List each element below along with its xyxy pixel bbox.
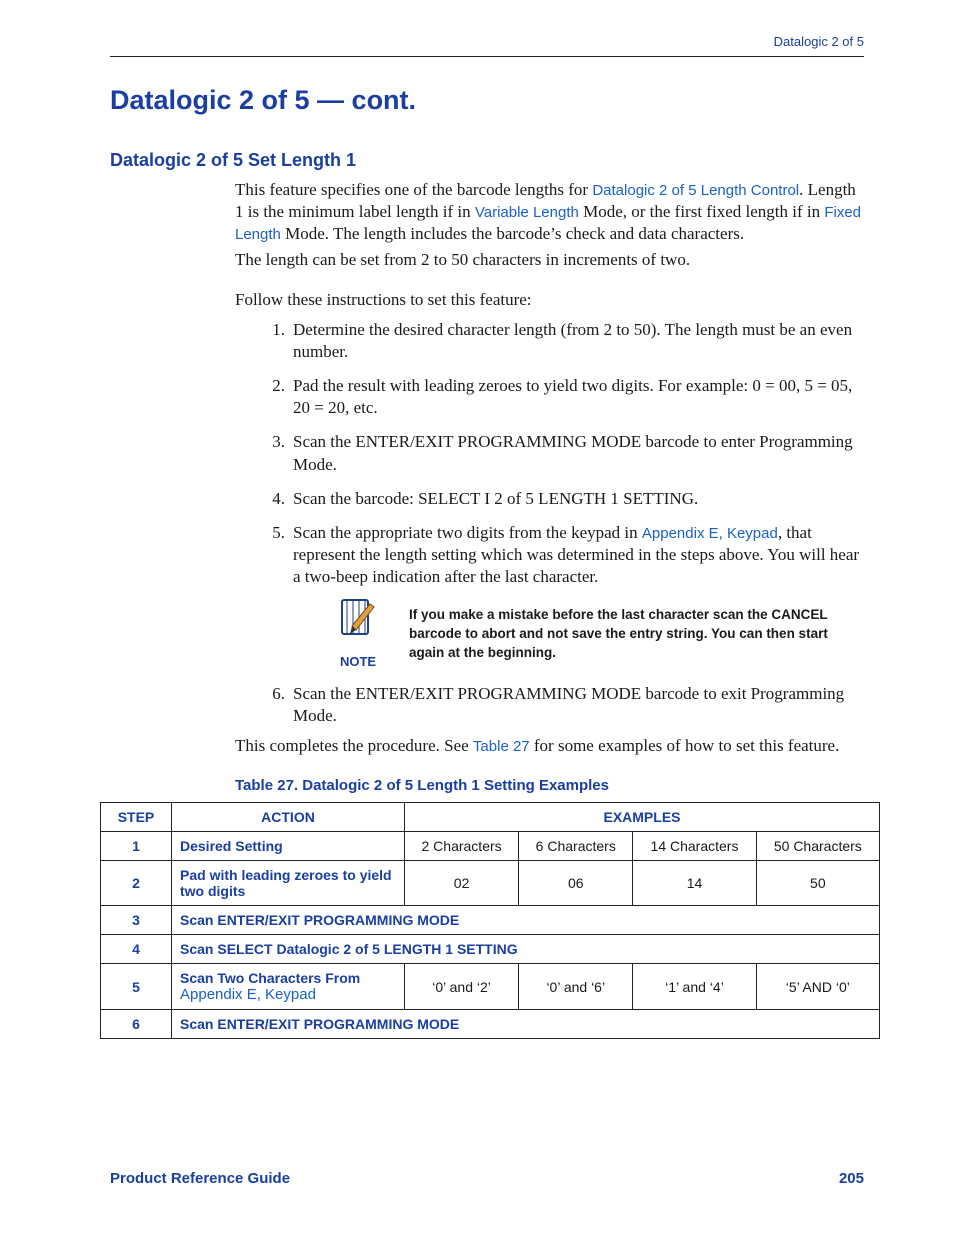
cell-action: Scan Two Characters From Appendix E, Key… (172, 964, 405, 1010)
table-row: 2 Pad with leading zeroes to yield two d… (101, 861, 880, 906)
cell-ex: ‘0’ and ‘2’ (405, 964, 519, 1010)
cell-ex: ‘5’ AND ‘0’ (756, 964, 879, 1010)
link-appendix-e[interactable]: Appendix E, Keypad (642, 525, 778, 542)
text: Scan the appropriate two digits from the… (293, 523, 642, 542)
link-variable-length[interactable]: Variable Length (475, 204, 579, 221)
cell-step: 5 (101, 964, 172, 1010)
cell-step: 6 (101, 1010, 172, 1039)
step-4: Scan the barcode: SELECT I 2 of 5 LENGTH… (289, 488, 864, 510)
note-block: NOTE If you make a mistake before the la… (333, 594, 864, 671)
running-header: Datalogic 2 of 5 (110, 34, 864, 57)
step-5: Scan the appropriate two digits from the… (289, 522, 864, 671)
cell-action: Scan SELECT Datalogic 2 of 5 LENGTH 1 SE… (172, 935, 880, 964)
step-6: Scan the ENTER/EXIT PROGRAMMING MODE bar… (289, 683, 864, 727)
text: This completes the procedure. See (235, 736, 473, 755)
table-row: 3 Scan ENTER/EXIT PROGRAMMING MODE (101, 906, 880, 935)
examples-table: STEP ACTION EXAMPLES 1 Desired Setting 2… (100, 802, 880, 1039)
cell-ex: 50 (756, 861, 879, 906)
cell-action: Desired Setting (172, 832, 405, 861)
step-1: Determine the desired character length (… (289, 319, 864, 363)
footer-page-number: 205 (839, 1170, 864, 1187)
table-title: Table 27. Datalogic 2 of 5 Length 1 Sett… (235, 777, 864, 794)
table-header-row: STEP ACTION EXAMPLES (101, 803, 880, 832)
cell-ex: 2 Characters (405, 832, 519, 861)
table-row: 5 Scan Two Characters From Appendix E, K… (101, 964, 880, 1010)
step-2: Pad the result with leading zeroes to yi… (289, 375, 864, 419)
cell-ex: 14 Characters (633, 832, 756, 861)
cell-ex: 14 (633, 861, 756, 906)
note-text: If you make a mistake before the last ch… (409, 606, 864, 663)
cell-step: 2 (101, 861, 172, 906)
cell-ex: ‘0’ and ‘6’ (519, 964, 633, 1010)
col-action: ACTION (172, 803, 405, 832)
closing-paragraph: This completes the procedure. See Table … (235, 735, 864, 757)
intro-paragraph: This feature specifies one of the barcod… (235, 179, 864, 245)
text: This feature specifies one of the barcod… (235, 180, 592, 199)
note-icon (336, 594, 380, 648)
cell-ex: 6 Characters (519, 832, 633, 861)
table-row: 4 Scan SELECT Datalogic 2 of 5 LENGTH 1 … (101, 935, 880, 964)
cell-step: 4 (101, 935, 172, 964)
link-length-control[interactable]: Datalogic 2 of 5 Length Control (592, 182, 799, 199)
text: Mode, or the first fixed length if in (579, 202, 825, 221)
cell-ex: ‘1’ and ‘4’ (633, 964, 756, 1010)
text: Mode. The length includes the barcode’s … (281, 224, 744, 243)
text: Scan Two Characters From (180, 970, 360, 986)
link-appendix-e[interactable]: Appendix E, Keypad (180, 986, 316, 1003)
instructions-intro: Follow these instructions to set this fe… (235, 289, 864, 311)
link-table-27[interactable]: Table 27 (473, 738, 530, 755)
col-step: STEP (101, 803, 172, 832)
step-3: Scan the ENTER/EXIT PROGRAMMING MODE bar… (289, 431, 864, 475)
cell-step: 3 (101, 906, 172, 935)
cell-ex: 06 (519, 861, 633, 906)
cell-step: 1 (101, 832, 172, 861)
note-label: NOTE (340, 654, 376, 671)
page-footer: Product Reference Guide 205 (110, 1170, 864, 1187)
cell-action: Scan ENTER/EXIT PROGRAMMING MODE (172, 1010, 880, 1039)
cell-ex: 50 Characters (756, 832, 879, 861)
section-title: Datalogic 2 of 5 Set Length 1 (110, 150, 864, 171)
cell-action: Pad with leading zeroes to yield two dig… (172, 861, 405, 906)
table-row: 6 Scan ENTER/EXIT PROGRAMMING MODE (101, 1010, 880, 1039)
text: for some examples of how to set this fea… (530, 736, 840, 755)
table-row: 1 Desired Setting 2 Characters 6 Charact… (101, 832, 880, 861)
cell-action: Scan ENTER/EXIT PROGRAMMING MODE (172, 906, 880, 935)
cell-ex: 02 (405, 861, 519, 906)
instructions-list: Determine the desired character length (… (235, 319, 864, 727)
page-title: Datalogic 2 of 5 — cont. (110, 85, 864, 116)
col-examples: EXAMPLES (405, 803, 880, 832)
range-paragraph: The length can be set from 2 to 50 chara… (235, 249, 864, 271)
footer-left: Product Reference Guide (110, 1170, 290, 1187)
